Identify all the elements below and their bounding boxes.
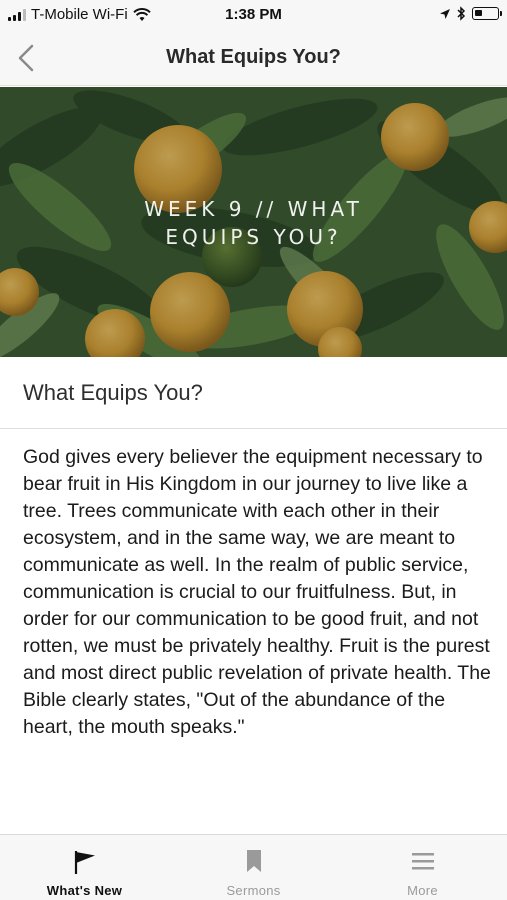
tab-label-whats-new: What's New bbox=[46, 883, 123, 898]
chevron-left-icon bbox=[18, 44, 34, 72]
tab-more[interactable]: More bbox=[338, 835, 507, 900]
hero-banner-image: WEEK 9 // WHAT EQUIPS YOU? bbox=[0, 87, 507, 357]
divider bbox=[0, 428, 507, 429]
flag-icon bbox=[74, 851, 95, 874]
bluetooth-icon bbox=[457, 6, 466, 21]
tab-label-sermons: Sermons bbox=[226, 883, 281, 898]
status-right bbox=[439, 6, 502, 21]
tab-sermons[interactable]: Sermons bbox=[169, 835, 338, 900]
bookmark-icon bbox=[246, 850, 261, 872]
hero-title-line-1: WEEK 9 // WHAT bbox=[144, 197, 363, 221]
tab-bar: What's New Sermons More bbox=[0, 834, 507, 900]
nav-title: What Equips You? bbox=[166, 46, 341, 68]
hero-title: WEEK 9 // WHAT EQUIPS YOU? bbox=[0, 195, 507, 251]
status-bar: T-Mobile Wi-Fi 1:38 PM bbox=[0, 0, 507, 30]
article-body: God gives every believer the equipment n… bbox=[23, 446, 491, 738]
menu-icon bbox=[411, 853, 434, 870]
clock: 1:38 PM bbox=[225, 6, 282, 23]
battery-icon bbox=[472, 7, 502, 20]
article-title: What Equips You? bbox=[23, 380, 203, 405]
back-button[interactable] bbox=[14, 42, 42, 74]
screen: T-Mobile Wi-Fi 1:38 PM What Equips You? bbox=[0, 0, 507, 900]
tab-label-more: More bbox=[407, 883, 438, 898]
location-arrow-icon bbox=[440, 8, 450, 19]
tab-whats-new[interactable]: What's New bbox=[0, 835, 169, 900]
navigation-bar: What Equips You? bbox=[0, 30, 507, 86]
hero-title-line-2: EQUIPS YOU? bbox=[165, 225, 342, 249]
